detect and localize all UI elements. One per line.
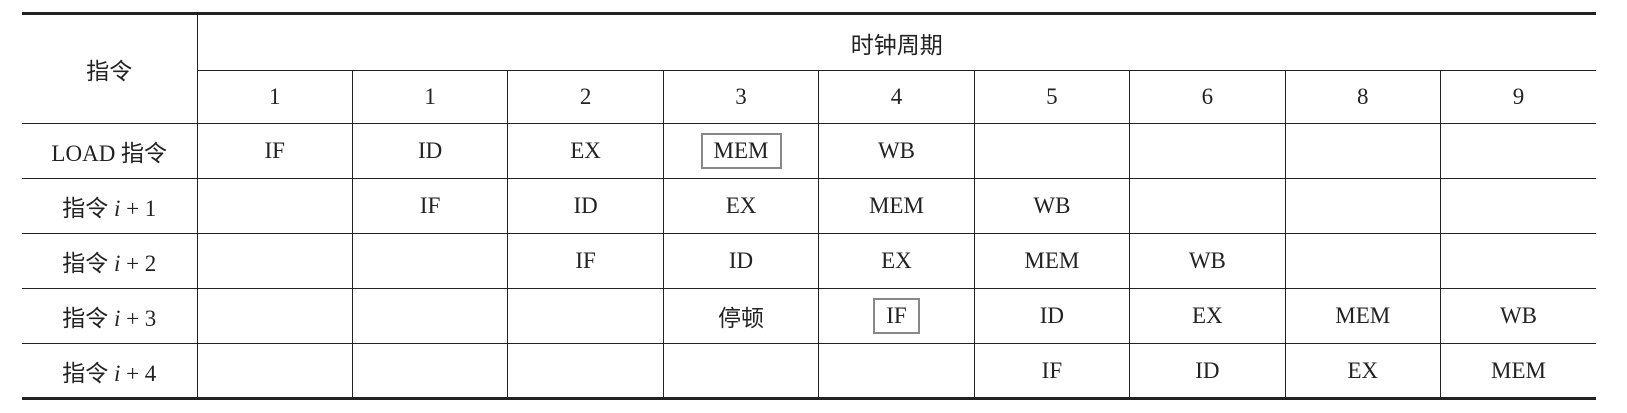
stage-cell: MEM bbox=[818, 178, 975, 234]
instruction-label-text: 指令 bbox=[62, 306, 114, 331]
stage-cell: WB bbox=[1129, 233, 1286, 289]
stage-cell: WB bbox=[973, 178, 1131, 234]
cycle-number: 8 bbox=[1284, 70, 1442, 124]
cycle-number: 1 bbox=[197, 70, 353, 124]
table-row: 指令 i + 1 IF ID EX MEM WB bbox=[22, 178, 1596, 234]
stage-cell bbox=[196, 288, 353, 344]
stage-cell bbox=[1440, 233, 1596, 289]
stage-cell bbox=[196, 178, 353, 234]
instruction-label: 指令 i + 1 bbox=[22, 178, 198, 234]
stage-cell: WB bbox=[1440, 288, 1596, 344]
stage-cell: IF bbox=[973, 343, 1131, 399]
table-row: 指令 i + 3 停顿 IF ID EX MEM WB bbox=[22, 288, 1596, 344]
stage-cell bbox=[196, 343, 353, 399]
stage-cell: EX bbox=[818, 233, 975, 289]
stage-cell: ID bbox=[662, 233, 820, 289]
stage-cell: ID bbox=[1129, 343, 1286, 399]
instruction-offset: + 2 bbox=[120, 251, 157, 276]
stage-cell: EX bbox=[507, 123, 664, 179]
table-row: 指令 i + 4 IF ID EX MEM bbox=[22, 343, 1596, 399]
stage-cell bbox=[1284, 123, 1442, 179]
instruction-label: 指令 i + 2 bbox=[22, 233, 198, 289]
stage-cell bbox=[818, 343, 975, 399]
stage-cell bbox=[1284, 178, 1442, 234]
stage-cell bbox=[1129, 178, 1286, 234]
stage-cell: EX bbox=[662, 178, 820, 234]
instruction-offset: + 1 bbox=[120, 196, 157, 221]
instruction-label: 指令 i + 3 bbox=[22, 288, 198, 344]
stage-cell bbox=[351, 233, 509, 289]
cycle-number: 6 bbox=[1129, 70, 1286, 124]
stage-cell: MEM bbox=[1440, 343, 1596, 399]
cycle-number: 2 bbox=[507, 70, 664, 124]
stage-cell: WB bbox=[818, 123, 975, 179]
instruction-offset: + 3 bbox=[120, 306, 157, 331]
header-instruction: 指令 bbox=[22, 13, 198, 124]
stage-cell: ID bbox=[351, 123, 509, 179]
stage-cell bbox=[973, 123, 1131, 179]
stage-cell: EX bbox=[1129, 288, 1286, 344]
stage-cell bbox=[507, 343, 664, 399]
stage-cell bbox=[351, 288, 509, 344]
instruction-label: LOAD 指令 bbox=[22, 123, 198, 179]
header-clock-period: 时钟周期 bbox=[196, 13, 1596, 71]
stage-cell: ID bbox=[973, 288, 1131, 344]
stage-cell bbox=[1129, 123, 1286, 179]
highlight-box: IF bbox=[873, 297, 920, 335]
instruction-label-text: 指令 bbox=[62, 196, 114, 221]
highlight-box: MEM bbox=[700, 132, 782, 170]
stage-cell: EX bbox=[1284, 343, 1442, 399]
instruction-label-text: 指令 bbox=[62, 360, 114, 386]
cycle-number: 4 bbox=[818, 70, 975, 124]
stage-cell-highlighted: IF bbox=[818, 288, 975, 344]
stage-cell bbox=[1440, 123, 1596, 179]
stage-cell bbox=[662, 343, 820, 399]
table-row: 指令 i + 2 IF ID EX MEM WB bbox=[22, 233, 1596, 289]
cycle-number: 9 bbox=[1440, 70, 1596, 124]
stage-cell bbox=[351, 343, 509, 399]
stage-cell: ID bbox=[507, 178, 664, 234]
stage-cell-highlighted: MEM bbox=[662, 123, 820, 179]
stage-cell bbox=[1440, 178, 1596, 234]
stage-cell bbox=[507, 288, 664, 344]
stall-cell: 停顿 bbox=[662, 288, 820, 344]
instruction-label-text: 指令 bbox=[62, 251, 114, 276]
stage-cell: MEM bbox=[1284, 288, 1442, 344]
cycle-number: 3 bbox=[662, 70, 820, 124]
instruction-label-text: LOAD 指令 bbox=[51, 141, 168, 166]
instruction-offset: + 4 bbox=[120, 360, 157, 386]
stage-cell: MEM bbox=[973, 233, 1131, 289]
stage-cell bbox=[1284, 233, 1442, 289]
stage-cell bbox=[196, 233, 353, 289]
cycle-number: 1 bbox=[351, 70, 509, 124]
stage-cell: IF bbox=[196, 123, 353, 179]
stage-cell: IF bbox=[351, 178, 509, 234]
cycle-number: 5 bbox=[973, 70, 1131, 124]
table-row: LOAD 指令 IF ID EX MEM WB bbox=[22, 123, 1596, 179]
stage-cell: IF bbox=[507, 233, 664, 289]
cycle-header-row: 1 1 2 3 4 5 6 8 9 bbox=[22, 70, 1596, 124]
pipeline-table: 指令 时钟周期 1 1 2 3 4 5 6 8 9 LOAD 指令 IF ID … bbox=[22, 12, 1596, 400]
instruction-label: 指令 i + 4 bbox=[22, 343, 198, 399]
